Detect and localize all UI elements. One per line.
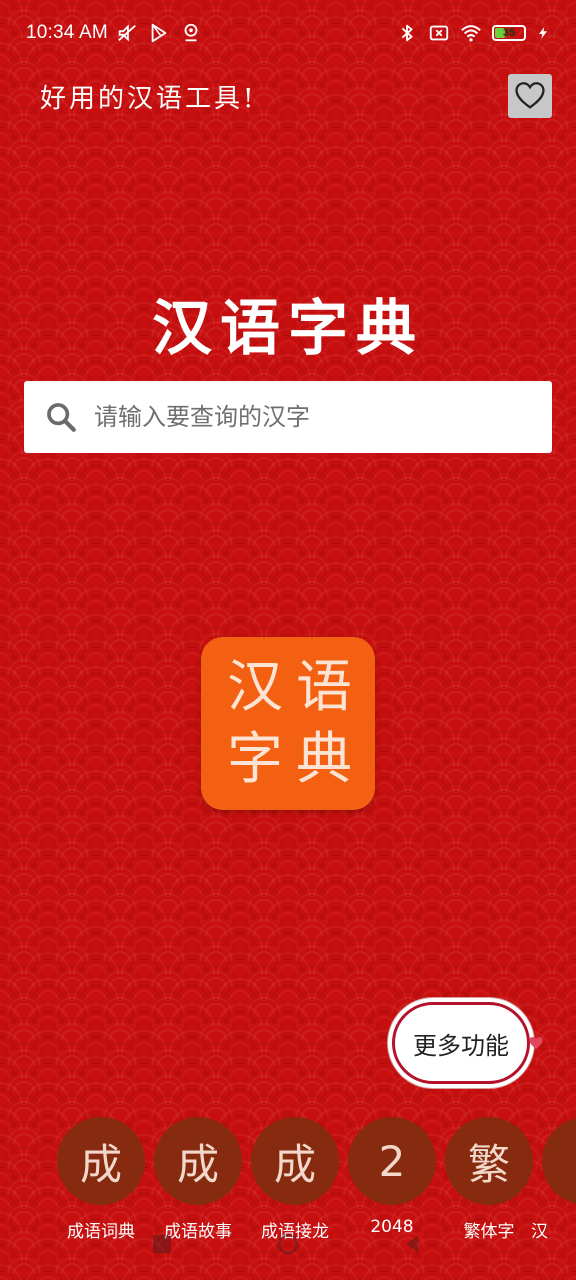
tool-icon: 成 bbox=[154, 1117, 242, 1205]
logo-char: 语 bbox=[296, 655, 352, 720]
logo-char: 汉 bbox=[227, 655, 283, 720]
tool-partial[interactable]: 汉 bbox=[531, 1117, 576, 1247]
tool-chengyu-stories[interactable]: 成 成语故事 bbox=[153, 1117, 243, 1247]
status-left-icons bbox=[116, 22, 202, 44]
home-icon[interactable] bbox=[276, 1232, 300, 1256]
tool-2048[interactable]: 2 2048 bbox=[347, 1117, 437, 1247]
tool-icon bbox=[542, 1117, 576, 1205]
status-bar: 10:34 AM 35 bbox=[0, 0, 576, 70]
app-title: 汉语字典 bbox=[152, 294, 424, 364]
tool-label: 繁体字 bbox=[463, 1222, 515, 1242]
tool-icon: 成 bbox=[57, 1117, 145, 1205]
tool-icon: 2 bbox=[348, 1117, 436, 1205]
heart-outline-icon bbox=[515, 82, 545, 109]
recent-apps-icon[interactable] bbox=[150, 1232, 174, 1256]
tool-label: 汉 bbox=[531, 1222, 548, 1242]
search-icon bbox=[47, 403, 76, 432]
heart-icon bbox=[529, 1037, 543, 1049]
mute-icon bbox=[118, 24, 136, 42]
slogan: 好用的汉语工具! bbox=[40, 84, 257, 114]
play-store-icon bbox=[151, 23, 167, 43]
app-logo: 汉 语 字 典 bbox=[201, 637, 375, 810]
status-time: 10:34 AM bbox=[26, 22, 108, 43]
tool-label: 2048 bbox=[370, 1217, 414, 1237]
logo-char: 字 bbox=[227, 727, 283, 792]
more-functions-label: 更多功能 bbox=[413, 1031, 509, 1060]
battery-level: 35 bbox=[502, 27, 516, 39]
charging-icon bbox=[538, 27, 548, 39]
tool-chengyu-dictionary[interactable]: 成 成语词典 bbox=[56, 1117, 146, 1247]
logo-char: 典 bbox=[296, 727, 352, 792]
back-icon[interactable] bbox=[400, 1232, 424, 1256]
battery-icon: 35 bbox=[492, 25, 526, 41]
favorite-button[interactable] bbox=[508, 74, 552, 118]
tool-chengyu-chain[interactable]: 成 成语接龙 bbox=[250, 1117, 340, 1247]
wifi-icon bbox=[461, 25, 481, 42]
tool-icon: 繁 bbox=[445, 1117, 533, 1205]
sim-off-icon bbox=[429, 25, 449, 41]
status-right-icons: 35 bbox=[396, 22, 550, 44]
tool-traditional-chars[interactable]: 繁 繁体字 bbox=[444, 1117, 534, 1247]
more-functions-button[interactable]: 更多功能 bbox=[392, 1002, 530, 1084]
bluetooth-icon bbox=[401, 24, 413, 42]
search-bar[interactable] bbox=[24, 381, 552, 453]
tools-row[interactable]: 成 成语词典 成 成语故事 成 成语接龙 2 2048 繁 繁体字 汉 bbox=[56, 1117, 576, 1247]
location-icon bbox=[184, 23, 198, 42]
tool-icon: 成 bbox=[251, 1117, 339, 1205]
tool-label: 成语词典 bbox=[67, 1222, 135, 1242]
search-input[interactable] bbox=[92, 402, 516, 432]
